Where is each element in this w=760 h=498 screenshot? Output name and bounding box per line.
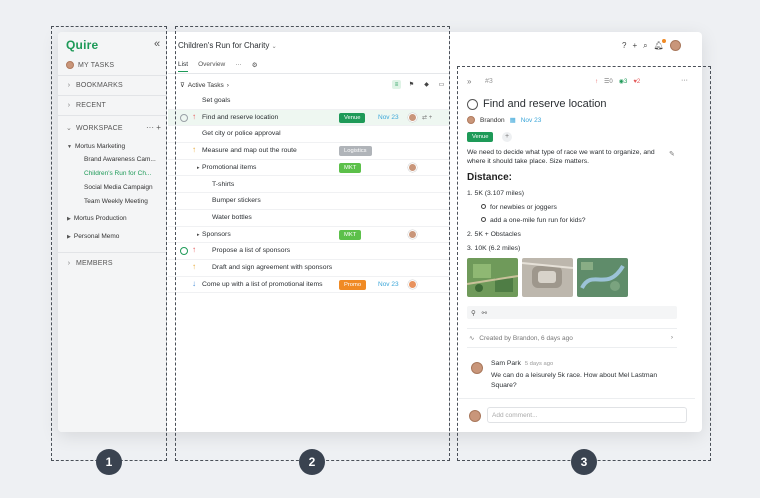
callout-badge-3: 3 [571,449,597,475]
region-outline-details [457,66,711,461]
user-avatar[interactable] [669,40,681,51]
callout-badge-2: 2 [299,449,325,475]
notification-bell-icon[interactable]: 🔔︎ [654,39,666,50]
help-icon[interactable]: ? [622,41,626,50]
add-icon[interactable]: + [632,41,637,50]
callout-badge-1: 1 [96,449,122,475]
notification-dot [661,39,666,43]
search-icon[interactable]: ⌕ [643,41,647,51]
region-outline-sidebar [51,26,167,461]
region-outline-list [175,26,450,461]
global-toolbar: ? + ⌕ 🔔︎ [622,39,681,51]
